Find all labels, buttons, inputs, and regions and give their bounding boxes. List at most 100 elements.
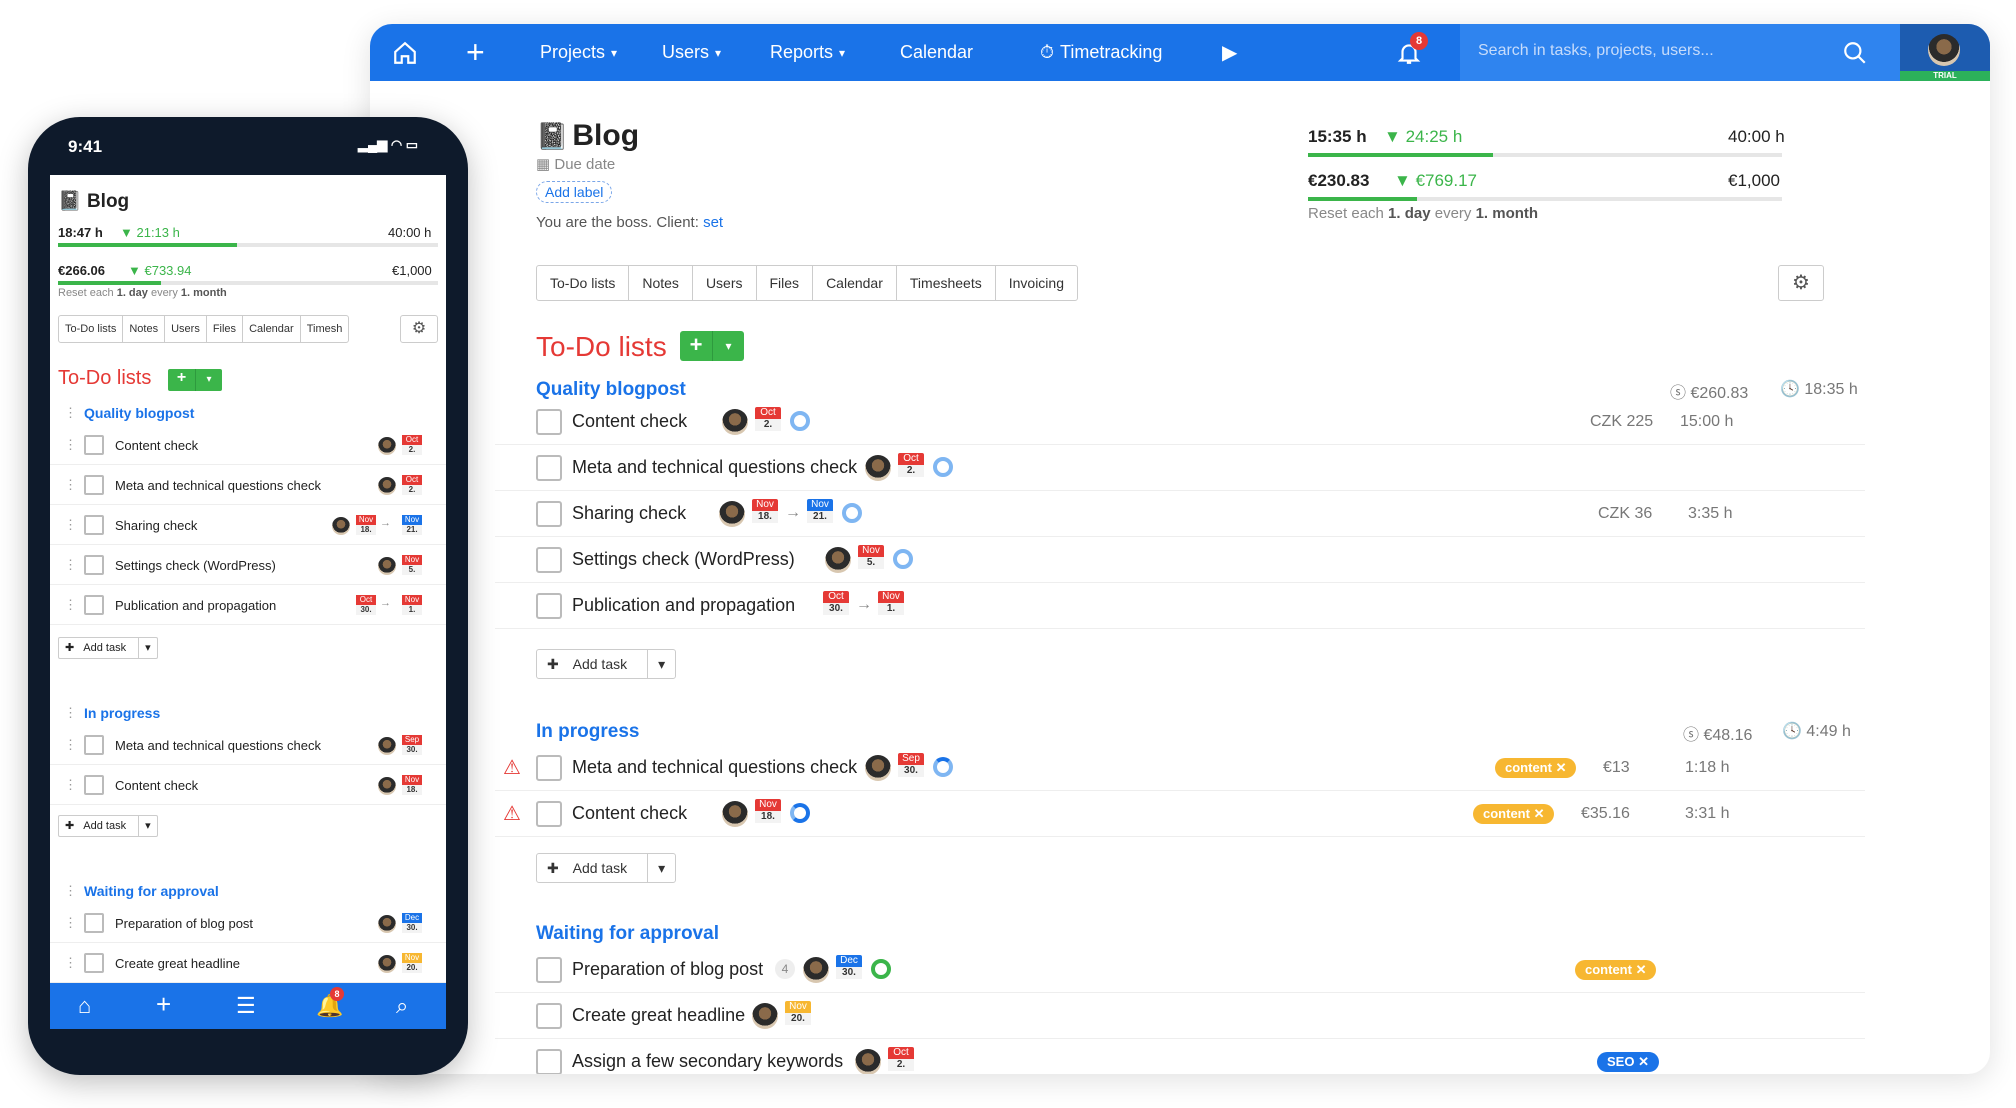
add-icon[interactable]: +	[466, 24, 485, 81]
task-name[interactable]: Create great headline	[572, 1005, 745, 1026]
task-checkbox[interactable]	[84, 475, 104, 495]
add-label-button[interactable]: Add label	[536, 181, 613, 203]
task-name[interactable]: Preparation of blog post	[572, 959, 763, 980]
task-row[interactable]: ⚠ Content check Nov 18. content ✕ €35.16 …	[495, 791, 1865, 837]
add-icon[interactable]: +	[156, 989, 171, 1020]
tab-files[interactable]: Files	[207, 316, 244, 342]
task-checkbox[interactable]	[536, 1003, 562, 1029]
tag-seo[interactable]: SEO ✕	[1597, 1052, 1659, 1072]
task-checkbox[interactable]	[536, 547, 562, 573]
task-checkbox[interactable]	[84, 735, 104, 755]
list-title-quality-blogpost[interactable]: Quality blogpost	[536, 379, 686, 401]
tab-timesheets[interactable]: Timesheets	[897, 266, 996, 300]
chevron-down-icon[interactable]: ▾	[647, 650, 675, 678]
add-task-button[interactable]: ✚ Add task ▾	[536, 649, 677, 679]
task-row[interactable]: Settings check (WordPress) Nov 5.	[495, 537, 1865, 583]
nav-timetracking[interactable]: ⏱ Timetracking	[1040, 24, 1162, 81]
task-row[interactable]: ⋮ Meta and technical questions check Sep 30…	[50, 725, 446, 765]
task-row[interactable]: ⋮ Content check Nov 18.	[50, 765, 446, 805]
task-row[interactable]: Publication and propagation Oct 30. → Nov…	[495, 583, 1865, 629]
task-checkbox[interactable]	[536, 501, 562, 527]
task-row[interactable]: ⋮ Preparation of blog post Dec 30.	[50, 903, 446, 943]
task-name[interactable]: Content check	[572, 803, 687, 824]
task-row[interactable]: ⋮ Meta and technical questions check Oct 2.	[50, 465, 446, 505]
add-task-button[interactable]: ✚ Add task ▾	[58, 815, 158, 837]
task-row[interactable]: ⚠ Meta and technical questions check Sep…	[495, 745, 1865, 791]
tab-notes[interactable]: Notes	[123, 316, 166, 342]
search-icon[interactable]: ⌕	[396, 993, 408, 1019]
tab-calendar[interactable]: Calendar	[813, 266, 897, 300]
task-row[interactable]: Create great headline Nov 20.	[495, 993, 1865, 1039]
task-checkbox[interactable]	[84, 913, 104, 933]
add-list-button[interactable]: + ▾	[168, 369, 222, 391]
task-row[interactable]: ⋮ Settings check (WordPress) Nov 5.	[50, 545, 446, 585]
list-title-in-progress[interactable]: In progress	[84, 705, 160, 721]
task-row[interactable]: Preparation of blog post 4 Dec 30. conten…	[495, 947, 1865, 993]
task-checkbox[interactable]	[84, 555, 104, 575]
home-icon[interactable]	[392, 24, 418, 81]
drag-handle-icon[interactable]: ⋮	[64, 405, 77, 421]
task-checkbox[interactable]	[84, 595, 104, 615]
task-checkbox[interactable]	[536, 957, 562, 983]
tab-notes[interactable]: Notes	[629, 266, 693, 300]
tab-users[interactable]: Users	[693, 266, 757, 300]
task-checkbox[interactable]	[536, 409, 562, 435]
tab-todo-lists[interactable]: To-Do lists	[537, 266, 630, 300]
search-icon[interactable]	[1842, 24, 1868, 81]
task-checkbox[interactable]	[536, 755, 562, 781]
tab-invoicing[interactable]: Invoicing	[996, 266, 1077, 300]
list-title-waiting-for-approval[interactable]: Waiting for approval	[536, 923, 719, 945]
task-checkbox[interactable]	[536, 801, 562, 827]
add-list-button[interactable]: + ▾	[680, 331, 744, 361]
task-row[interactable]: Sharing check Nov 18. → Nov 21. CZK 36 3:3…	[495, 491, 1865, 537]
play-icon[interactable]: ▶	[1222, 24, 1237, 81]
task-checkbox[interactable]	[536, 593, 562, 619]
home-icon[interactable]: ⌂	[78, 993, 91, 1019]
client-set-link[interactable]: set	[703, 214, 723, 231]
chevron-down-icon[interactable]: ▾	[647, 854, 675, 882]
nav-users[interactable]: Users ▾	[662, 24, 721, 81]
task-name[interactable]: Settings check (WordPress)	[572, 549, 795, 570]
task-name[interactable]: Publication and propagation	[572, 595, 795, 616]
task-name[interactable]: Sharing check	[572, 503, 686, 524]
nav-calendar[interactable]: Calendar	[900, 24, 973, 81]
tab-todo-lists[interactable]: To-Do lists	[59, 316, 124, 342]
tag-content[interactable]: content ✕	[1575, 960, 1657, 980]
add-task-button[interactable]: ✚ Add task ▾	[58, 637, 158, 659]
due-date[interactable]: ▦ Due date	[536, 155, 615, 173]
list-title-quality-blogpost[interactable]: Quality blogpost	[84, 405, 194, 421]
task-row[interactable]: ⋮ Content check Oct 2.	[50, 425, 446, 465]
list-title-waiting-for-approval[interactable]: Waiting for approval	[84, 883, 219, 899]
tab-calendar[interactable]: Calendar	[243, 316, 301, 342]
tab-users[interactable]: Users	[165, 316, 207, 342]
task-row[interactable]: Content check Oct 2. CZK 225 15:00 h	[495, 399, 1865, 445]
task-name[interactable]: Content check	[572, 411, 687, 432]
task-row[interactable]: ⋮ Publication and propagation Oct 30. → Nov 1.	[50, 585, 446, 625]
task-name[interactable]: Meta and technical questions check	[572, 757, 857, 778]
due-date-badge: Nov 18.	[755, 799, 781, 827]
tag-content[interactable]: content ✕	[1495, 758, 1577, 778]
gear-icon[interactable]: ⚙	[1778, 265, 1824, 301]
menu-icon[interactable]: ☰	[236, 993, 256, 1019]
task-checkbox[interactable]	[84, 953, 104, 973]
nav-projects[interactable]: Projects ▾	[540, 24, 617, 81]
user-avatar[interactable]: TRIAL	[1900, 24, 1990, 81]
task-row[interactable]: Meta and technical questions check Oct 2.	[495, 445, 1865, 491]
task-row[interactable]: ⋮ Create great headline Nov 20.	[50, 943, 446, 983]
task-row[interactable]: Assign a few secondary keywords Oct 2. SE…	[495, 1039, 1865, 1074]
add-task-button[interactable]: ✚ Add task ▾	[536, 853, 677, 883]
task-row[interactable]: ⋮ Sharing check Nov 18. → Nov 21.	[50, 505, 446, 545]
task-checkbox[interactable]	[84, 775, 104, 795]
task-checkbox[interactable]	[536, 455, 562, 481]
tab-timesheets[interactable]: Timesh	[301, 316, 349, 342]
task-name[interactable]: Meta and technical questions check	[572, 457, 857, 478]
task-checkbox[interactable]	[84, 515, 104, 535]
task-checkbox[interactable]	[536, 1049, 562, 1074]
nav-reports[interactable]: Reports ▾	[770, 24, 845, 81]
task-checkbox[interactable]	[84, 435, 104, 455]
task-name[interactable]: Assign a few secondary keywords	[572, 1051, 843, 1072]
gear-icon[interactable]: ⚙	[400, 315, 438, 343]
tag-content[interactable]: content ✕	[1473, 804, 1555, 824]
tab-files[interactable]: Files	[757, 266, 814, 300]
list-title-in-progress[interactable]: In progress	[536, 721, 639, 743]
